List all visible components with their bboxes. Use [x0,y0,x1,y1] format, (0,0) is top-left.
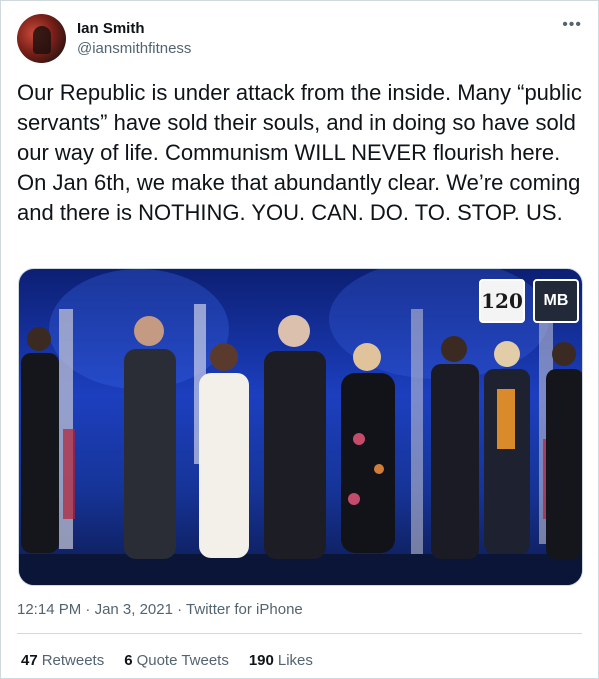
quote-tweets-count: 6 [124,652,133,669]
person-right-1 [431,336,479,559]
person-man-left [124,316,176,559]
tweet-source[interactable]: Twitter for iPhone [186,601,303,618]
engagement-stats: 47 Retweets 6 Quote Tweets 190 Likes [21,652,313,669]
quote-tweets-label: Quote Tweets [136,652,229,669]
divider [17,633,582,634]
person-right-2 [484,341,530,554]
author-display-name[interactable]: Ian Smith [77,19,191,38]
likes-label: Likes [277,652,313,669]
quote-tweets-stat[interactable]: 6 Quote Tweets [124,652,229,669]
tweet-time[interactable]: 12:14 PM [17,601,81,618]
logo-120: 120 [479,279,525,323]
tweet-text: Our Republic is under attack from the in… [17,80,582,225]
person-far-left [21,327,59,553]
logo-mb: MB [533,279,579,323]
avatar-figure [33,26,51,54]
author-handle[interactable]: @iansmithfitness [77,39,191,58]
person-center [264,315,326,559]
person-far-right [546,342,582,559]
tweet-header: Ian Smith @iansmithfitness ••• [17,14,582,64]
tweet-meta: 12:14 PM · Jan 3, 2021 · Twitter for iPh… [17,601,303,618]
person-floral-dress [341,343,395,553]
tweet-card: Ian Smith @iansmithfitness ••• Our Repub… [0,0,599,679]
retweets-stat[interactable]: 47 Retweets [21,652,104,669]
meta-separator: · [81,601,95,618]
retweets-label: Retweets [41,652,105,669]
likes-stat[interactable]: 190 Likes [249,652,313,669]
flag-stripes [63,429,75,519]
likes-count: 190 [248,652,274,669]
retweets-count: 47 [21,652,38,669]
tweet-date[interactable]: Jan 3, 2021 [95,601,173,618]
ellipsis-icon[interactable]: ••• [562,16,582,34]
tweet-media-image[interactable]: 120 MB [18,268,583,586]
person-white-suit [199,343,249,558]
profile-avatar[interactable] [17,14,66,63]
flag [411,309,423,559]
author-names: Ian Smith @iansmithfitness [77,19,191,58]
meta-separator: · [172,601,187,618]
